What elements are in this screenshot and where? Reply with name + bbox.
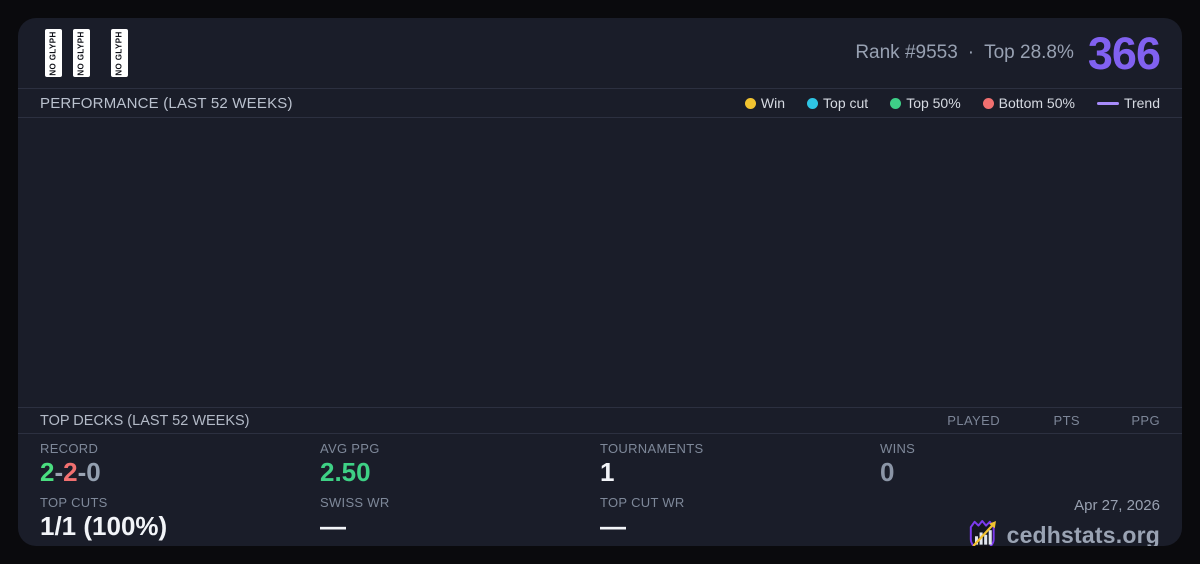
commander-color-glyphs: NO GLYPH NO GLYPH NO GLYPH: [45, 29, 139, 77]
record-value: 2-2-0: [40, 457, 320, 488]
performance-section-title: PERFORMANCE (LAST 52 WEEKS): [40, 94, 293, 112]
glyph-placeholder-label: NO GLYPH: [49, 30, 58, 76]
legend-label: Top 50%: [906, 95, 961, 111]
record-part: 2: [40, 457, 55, 487]
chart-legend: Win Top cut Top 50% Bottom 50% Trend: [744, 95, 1160, 111]
stat-label: SWISS WR: [320, 494, 390, 510]
legend-label: Win: [760, 95, 786, 111]
column-header-played: PLAYED: [947, 413, 1000, 428]
record-part: 0: [86, 457, 101, 487]
stat-top-cut-wr: TOP CUT WR —: [600, 495, 880, 546]
swiss-wr-value: —: [320, 510, 346, 541]
glyph-placeholder-label: NO GLYPH: [115, 30, 124, 76]
stat-label: RECORD: [40, 441, 99, 456]
card-header: NO GLYPH NO GLYPH NO GLYPH Rank #9553 · …: [18, 18, 1182, 88]
legend-item-win: Win: [744, 95, 786, 111]
top-decks-section-header: TOP DECKS (LAST 52 WEEKS) PLAYED PTS PPG: [18, 408, 1182, 433]
legend-item-bottom-50: Bottom 50%: [982, 95, 1075, 111]
win-dot-icon: [744, 97, 756, 109]
record-part: -: [54, 457, 64, 487]
top-50-dot-icon: [890, 97, 902, 109]
record-part: 2: [63, 457, 78, 487]
rank-separator-dot: ·: [967, 42, 975, 63]
legend-label: Top cut: [823, 95, 869, 111]
cedhstats-logo-icon: [969, 519, 996, 546]
stat-label: TOURNAMENTS: [600, 441, 704, 456]
stat-label: AVG PPG: [320, 441, 380, 456]
stat-tournaments: TOURNAMENTS 1: [600, 441, 880, 488]
top-cut-dot-icon: [807, 97, 819, 109]
stats-grid: RECORD 2-2-0 AVG PPG 2.50 TOURNAMENTS 1 …: [18, 434, 1182, 546]
top-cut-wr-value: —: [600, 510, 626, 541]
points-value: 366: [1087, 27, 1161, 79]
wins-value: 0: [880, 457, 895, 487]
legend-label: Trend: [1123, 95, 1160, 111]
column-header-pts: PTS: [1053, 413, 1080, 428]
brand-lockup: cedhstats.org: [967, 517, 1160, 546]
stat-label: TOP CUTS: [40, 494, 108, 510]
glyph-placeholder-label: NO GLYPH: [77, 30, 86, 76]
performance-chart-area: [18, 118, 1182, 407]
player-stats-card: NO GLYPH NO GLYPH NO GLYPH Rank #9553 · …: [18, 18, 1182, 546]
legend-item-trend: Trend: [1096, 95, 1160, 111]
tournaments-value: 1: [600, 457, 615, 487]
stat-top-cuts: TOP CUTS 1/1 (100%): [40, 495, 320, 546]
stat-label: TOP CUT WR: [600, 494, 685, 510]
legend-item-top-50: Top 50%: [890, 95, 961, 111]
record-part: -: [77, 457, 87, 487]
rank-summary: Rank #9553 · Top 28.8% 366: [855, 27, 1161, 79]
brand-wordmark: cedhstats.org: [1006, 521, 1160, 546]
stat-label: WINS: [880, 441, 916, 456]
report-date: Apr 27, 2026: [1074, 496, 1160, 514]
percentile-text: Top 28.8%: [984, 42, 1074, 63]
top-cuts-value: 1/1 (100%): [40, 510, 168, 541]
stat-swiss-wr: SWISS WR —: [320, 495, 600, 546]
rank-text: Rank #9553: [855, 42, 958, 63]
stat-wins: WINS 0: [880, 441, 1160, 488]
bottom-50-dot-icon: [982, 97, 994, 109]
top-decks-section-title: TOP DECKS (LAST 52 WEEKS): [40, 412, 250, 429]
mana-glyph-placeholder: NO GLYPH: [111, 29, 128, 77]
avg-ppg-value: 2.50: [320, 457, 371, 487]
card-footer: Apr 27, 2026 cedhstats.org: [880, 495, 1160, 546]
legend-item-top-cut: Top cut: [807, 95, 868, 111]
rank-line: Rank #9553 · Top 28.8%: [855, 42, 1074, 64]
legend-label: Bottom 50%: [998, 95, 1075, 111]
performance-section-header: PERFORMANCE (LAST 52 WEEKS) Win Top cut …: [18, 89, 1182, 117]
mana-glyph-placeholder: NO GLYPH: [73, 29, 90, 77]
column-header-ppg: PPG: [1131, 413, 1160, 428]
trend-line-icon: [1096, 101, 1119, 105]
top-decks-column-headers: PLAYED PTS PPG: [920, 413, 1160, 428]
mana-glyph-placeholder: NO GLYPH: [45, 29, 62, 77]
stat-record: RECORD 2-2-0: [40, 441, 320, 488]
stat-avg-ppg: AVG PPG 2.50: [320, 441, 600, 488]
